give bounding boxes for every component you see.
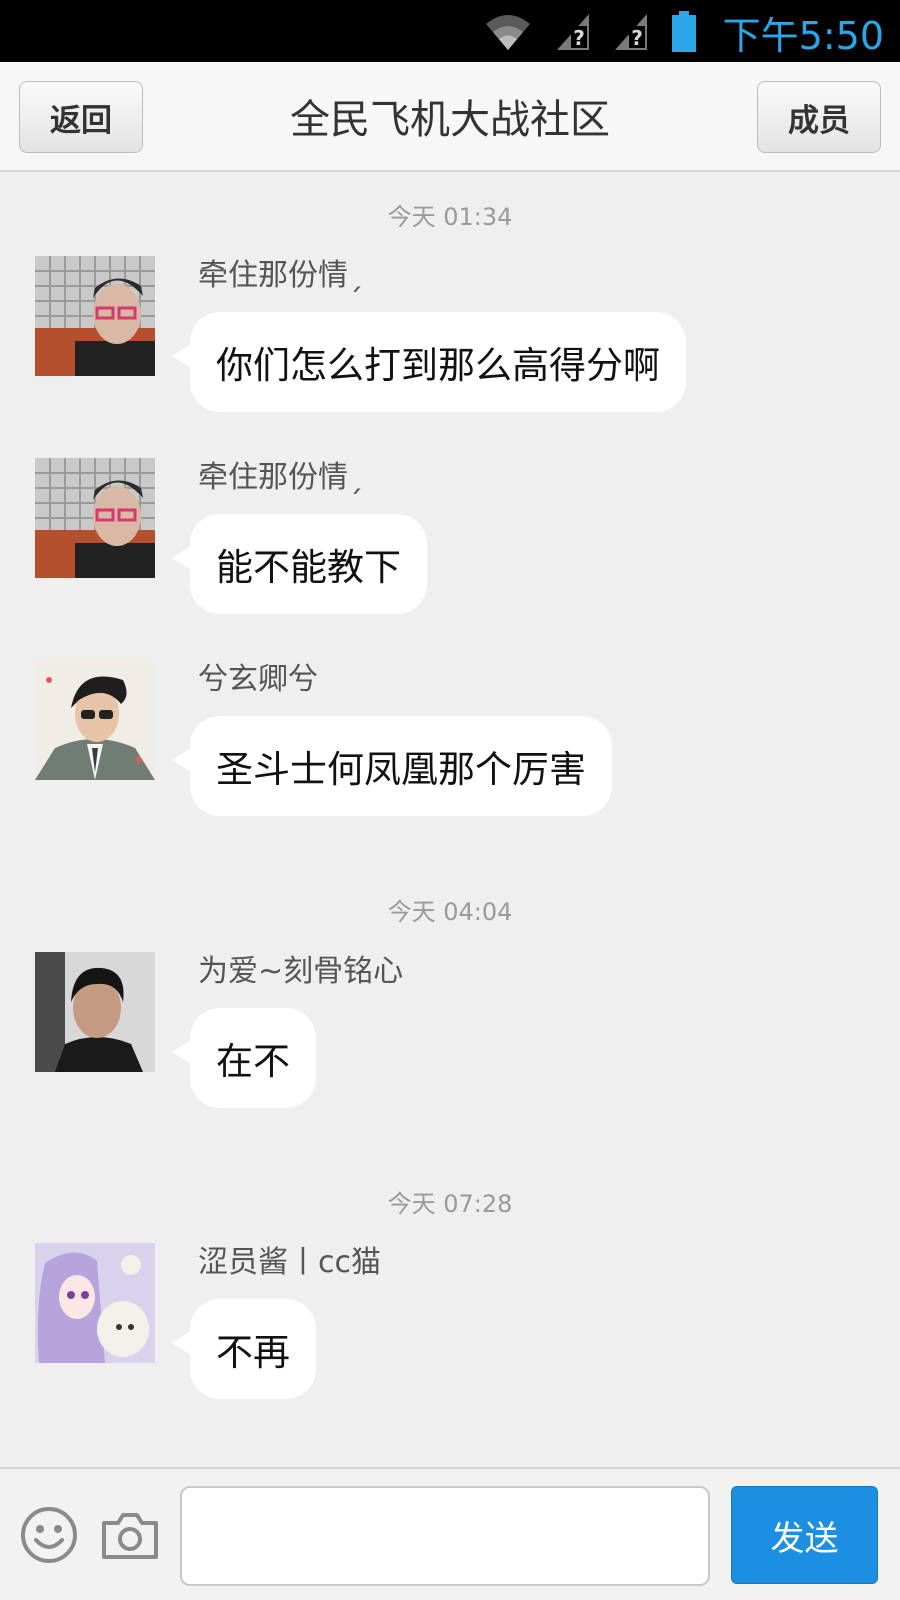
page-title: 全民飞机大战社区 [290,97,610,143]
avatar[interactable] [35,1243,155,1363]
message-bubble[interactable]: 在不 [172,1008,316,1108]
avatar[interactable] [35,458,155,578]
sender-name: 兮玄卿兮 [198,662,318,697]
message-input[interactable] [180,1486,710,1586]
sender-name: 牵住那份情ˏ [198,460,363,495]
message-item: 兮玄卿兮 圣斗士何凤凰那个厉害 [0,660,900,830]
wifi-icon [483,12,533,52]
svg-text:?: ? [631,26,643,50]
message-item: 牵住那份情ˏ 能不能教下 [0,458,900,628]
back-button[interactable]: 返回 [19,81,143,153]
title-bar: 返回 全民飞机大战社区 成员 [0,62,900,172]
status-clock: 下午5:50 [722,13,884,58]
timestamp: 今天 04:04 [387,898,513,926]
members-button[interactable]: 成员 [757,81,881,153]
timestamp: 今天 07:28 [387,1190,513,1218]
sender-name: 涩员酱丨cc猫 [198,1245,381,1280]
message-bubble[interactable]: 圣斗士何凤凰那个厉害 [172,716,612,816]
avatar[interactable] [35,256,155,376]
sender-name: 为爱~刻骨铭心 [198,954,404,989]
camera-icon[interactable] [100,1509,160,1561]
svg-text:?: ? [573,26,585,50]
sender-name: 牵住那份情ˏ [198,258,363,293]
avatar[interactable] [35,660,155,780]
message-bubble[interactable]: 你们怎么打到那么高得分啊 [172,312,686,412]
message-item: 牵住那份情ˏ 你们怎么打到那么高得分啊 [0,256,900,426]
avatar[interactable] [35,952,155,1072]
input-bar: 发送 [0,1467,900,1600]
signal-unknown-icon: ? [555,12,591,52]
send-button[interactable]: 发送 [731,1486,878,1584]
emoji-icon[interactable] [20,1506,78,1564]
battery-icon [671,11,697,53]
status-icons: ? ? 下午5:50 [483,6,884,58]
message-bubble[interactable]: 不再 [172,1299,316,1399]
chat-list[interactable]: 今天 01:34 牵住那份情ˏ 你们怎么打到那么高得分啊 牵住那份情ˏ 能不能教… [0,172,900,1467]
message-item: 为爱~刻骨铭心 在不 [0,952,900,1122]
status-bar: ? ? 下午5:50 [0,0,900,62]
message-item: 涩员酱丨cc猫 不再 [0,1243,900,1413]
signal-unknown-icon: ? [613,12,649,52]
message-bubble[interactable]: 能不能教下 [172,514,427,614]
timestamp: 今天 01:34 [387,203,513,231]
